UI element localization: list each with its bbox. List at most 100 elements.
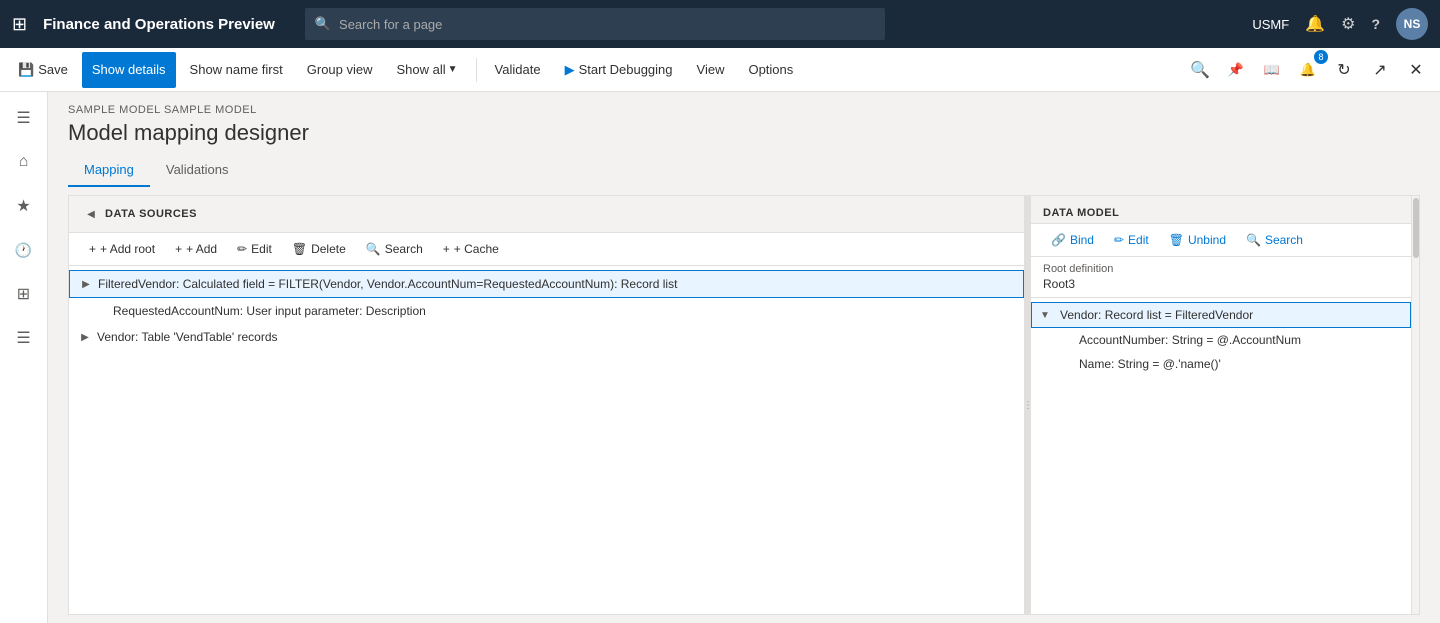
refresh-button[interactable]: ↻ bbox=[1328, 54, 1360, 86]
dm-edit-label: Edit bbox=[1128, 233, 1149, 247]
dm-search-button[interactable]: 🔍 Search bbox=[1238, 230, 1311, 250]
add-root-icon: + bbox=[89, 242, 96, 256]
add-root-button[interactable]: + + Add root bbox=[81, 239, 163, 259]
search-label: Search bbox=[385, 242, 423, 256]
dm-account-number-text: AccountNumber: String = @.AccountNum bbox=[1079, 333, 1301, 347]
group-view-button[interactable]: Group view bbox=[297, 52, 383, 88]
tree-item-vendor[interactable]: ▶ Vendor: Table 'VendTable' records bbox=[69, 324, 1024, 350]
dm-item-name[interactable]: ▶ Name: String = @.'name()' bbox=[1031, 352, 1411, 376]
panel-expand-button[interactable]: ◀ bbox=[81, 204, 101, 224]
group-view-label: Group view bbox=[307, 62, 373, 77]
designer-area: ◀ DATA SOURCES + + Add root + + Add ✏ Ed… bbox=[68, 195, 1420, 615]
search-icon-ds: 🔍 bbox=[366, 242, 381, 256]
tab-mapping-label: Mapping bbox=[84, 162, 134, 177]
command-bar: 💾 Save Show details Show name first Grou… bbox=[0, 48, 1440, 92]
dm-item-account-number[interactable]: ▶ AccountNumber: String = @.AccountNum bbox=[1031, 328, 1411, 352]
unbind-button[interactable]: 🗑 Unbind bbox=[1161, 230, 1234, 250]
bell-icon[interactable]: 🔔 bbox=[1305, 14, 1325, 34]
avatar[interactable]: NS bbox=[1396, 8, 1428, 40]
main-content: SAMPLE MODEL SAMPLE MODEL Model mapping … bbox=[48, 92, 1440, 623]
cache-icon: + bbox=[443, 242, 450, 256]
dm-name-text: Name: String = @.'name()' bbox=[1079, 357, 1221, 371]
sidebar-icon-workspaces[interactable]: ⊞ bbox=[6, 276, 42, 312]
dm-item-vendor-record-list[interactable]: ▼ Vendor: Record list = FilteredVendor bbox=[1031, 302, 1411, 328]
validate-button[interactable]: Validate bbox=[485, 52, 551, 88]
data-model-toolbar: 🔗 Bind ✏ Edit 🗑 Unbind 🔍 Search bbox=[1031, 224, 1411, 257]
scrollbar-thumb[interactable] bbox=[1413, 198, 1419, 258]
bind-button[interactable]: 🔗 Bind bbox=[1043, 230, 1102, 250]
options-button[interactable]: Options bbox=[738, 52, 803, 88]
delete-button[interactable]: 🗑 Delete bbox=[284, 239, 354, 259]
dm-edit-icon: ✏ bbox=[1114, 233, 1124, 247]
tab-validations[interactable]: Validations bbox=[150, 154, 245, 187]
search-input[interactable] bbox=[339, 17, 875, 32]
data-model-header: DATA MODEL bbox=[1031, 196, 1411, 224]
tree-item-filtered-vendor[interactable]: ▶ FilteredVendor: Calculated field = FIL… bbox=[69, 270, 1024, 298]
show-all-button[interactable]: Show all ▼ bbox=[387, 52, 468, 88]
debug-icon: ▶ bbox=[565, 62, 575, 78]
dm-search-icon: 🔍 bbox=[1246, 233, 1261, 247]
view-label: View bbox=[697, 62, 725, 77]
validate-label: Validate bbox=[495, 62, 541, 77]
start-debugging-button[interactable]: ▶ Start Debugging bbox=[555, 52, 683, 88]
separator-1 bbox=[476, 58, 477, 82]
dm-collapse-arrow-vendor[interactable]: ▼ bbox=[1040, 310, 1056, 321]
avatar-initials: NS bbox=[1404, 17, 1421, 31]
save-button[interactable]: 💾 Save bbox=[8, 52, 78, 88]
search-button[interactable]: 🔍 Search bbox=[358, 239, 431, 259]
sidebar-icon-recent[interactable]: 🕐 bbox=[6, 232, 42, 268]
vendor-text: Vendor: Table 'VendTable' records bbox=[97, 330, 1016, 344]
dm-edit-button[interactable]: ✏ Edit bbox=[1106, 230, 1157, 250]
app-layout: ☰ ⌂ ★ 🕐 ⊞ ☰ SAMPLE MODEL SAMPLE MODEL Mo… bbox=[0, 92, 1440, 623]
usmf-label: USMF bbox=[1252, 17, 1289, 32]
help-icon[interactable]: ? bbox=[1371, 16, 1380, 32]
root-definition-container: Root definition Root3 bbox=[1031, 257, 1411, 298]
tree-item-requested-account-num[interactable]: ▶ RequestedAccountNum: User input parame… bbox=[69, 298, 1024, 324]
app-title: Finance and Operations Preview bbox=[43, 16, 275, 33]
data-model-panel: DATA MODEL 🔗 Bind ✏ Edit 🗑 Unbind bbox=[1031, 196, 1411, 614]
edit-label: Edit bbox=[251, 242, 272, 256]
unbind-label: Unbind bbox=[1188, 233, 1226, 247]
sidebar: ☰ ⌂ ★ 🕐 ⊞ ☰ bbox=[0, 92, 48, 623]
chevron-down-icon: ▼ bbox=[448, 64, 458, 75]
cache-button[interactable]: + + Cache bbox=[435, 239, 507, 259]
cache-label: + Cache bbox=[454, 242, 499, 256]
search-bar[interactable]: 🔍 bbox=[305, 8, 885, 40]
show-details-button[interactable]: Show details bbox=[82, 52, 176, 88]
expand-arrow-vendor[interactable]: ▶ bbox=[77, 329, 93, 345]
show-name-first-button[interactable]: Show name first bbox=[180, 52, 293, 88]
pin-button[interactable]: 📌 bbox=[1220, 54, 1252, 86]
close-button[interactable]: ✕ bbox=[1400, 54, 1432, 86]
command-bar-right: 🔍 📌 📖 🔔 8 ↻ ↗ ✕ bbox=[1184, 54, 1432, 86]
sidebar-icon-hamburger[interactable]: ☰ bbox=[6, 100, 42, 136]
show-name-first-label: Show name first bbox=[190, 62, 283, 77]
tabs: Mapping Validations bbox=[48, 154, 1440, 187]
show-details-label: Show details bbox=[92, 62, 166, 77]
tab-mapping[interactable]: Mapping bbox=[68, 154, 150, 187]
search-cmd-button[interactable]: 🔍 bbox=[1184, 54, 1216, 86]
right-scrollbar[interactable] bbox=[1411, 196, 1419, 614]
share-button[interactable]: ↗ bbox=[1364, 54, 1396, 86]
show-all-label: Show all bbox=[397, 62, 446, 77]
notification-badge: 8 bbox=[1314, 50, 1328, 64]
edit-button[interactable]: ✏ Edit bbox=[229, 239, 280, 259]
data-sources-header: ◀ DATA SOURCES bbox=[69, 196, 1024, 233]
sidebar-icon-favorites[interactable]: ★ bbox=[6, 188, 42, 224]
book-button[interactable]: 📖 bbox=[1256, 54, 1288, 86]
tab-validations-label: Validations bbox=[166, 162, 229, 177]
view-button[interactable]: View bbox=[687, 52, 735, 88]
dm-search-label: Search bbox=[1265, 233, 1303, 247]
expand-arrow-filtered-vendor[interactable]: ▶ bbox=[78, 276, 94, 292]
dm-vendor-record-list-text: Vendor: Record list = FilteredVendor bbox=[1060, 308, 1253, 322]
sidebar-icon-home[interactable]: ⌂ bbox=[6, 144, 42, 180]
add-button[interactable]: + + Add bbox=[167, 239, 225, 259]
data-sources-tree: ▶ FilteredVendor: Calculated field = FIL… bbox=[69, 266, 1024, 614]
add-label: + Add bbox=[186, 242, 217, 256]
data-sources-title: DATA SOURCES bbox=[105, 208, 197, 220]
page-title: Model mapping designer bbox=[68, 120, 1420, 146]
sidebar-icon-list[interactable]: ☰ bbox=[6, 320, 42, 356]
edit-icon: ✏ bbox=[237, 242, 247, 256]
gear-icon[interactable]: ⚙ bbox=[1341, 14, 1355, 34]
app-grid-icon[interactable]: ⊞ bbox=[12, 14, 27, 35]
breadcrumb: SAMPLE MODEL SAMPLE MODEL bbox=[68, 104, 1420, 116]
